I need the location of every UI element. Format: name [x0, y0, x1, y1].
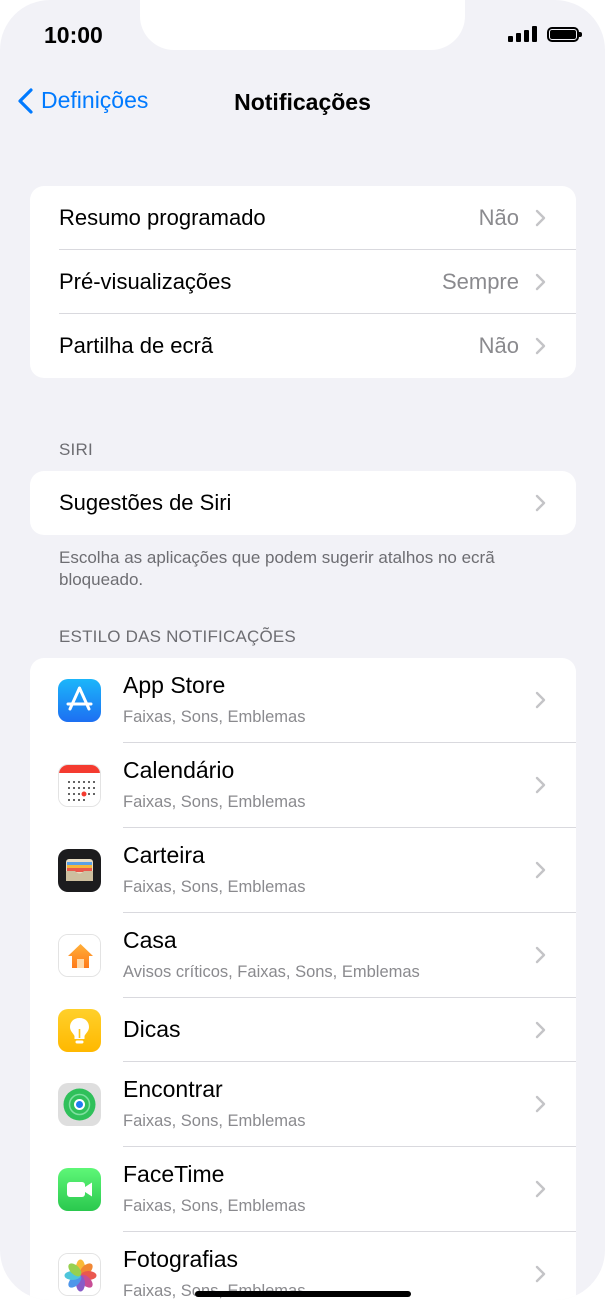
navigation-bar: Definições Notificações — [0, 78, 605, 128]
status-indicators — [508, 26, 582, 42]
row-scheduled-summary[interactable]: Resumo programado Não — [30, 186, 576, 250]
wallet-icon — [58, 849, 101, 892]
home-icon — [58, 934, 101, 977]
notch — [140, 0, 465, 50]
app-row-photos[interactable]: Fotografias Faixas, Sons, Emblemas — [30, 1232, 576, 1300]
chevron-right-icon — [535, 1095, 546, 1113]
apps-group: App Store Faixas, Sons, Emblemas Calendá… — [30, 658, 576, 1300]
chevron-right-icon — [535, 1021, 546, 1039]
app-notification-styles: Faixas, Sons, Emblemas — [123, 708, 306, 726]
app-name: Fotografias — [123, 1246, 239, 1272]
app-row-tips[interactable]: Dicas — [30, 998, 576, 1062]
row-label: Pré-visualizações — [59, 269, 232, 294]
status-time: 10:00 — [44, 22, 103, 48]
settings-group: Resumo programado Não Pré-visualizações … — [30, 186, 576, 378]
app-notification-styles: Avisos críticos, Faixas, Sons, Emblemas — [123, 963, 420, 981]
calendar-icon — [58, 764, 101, 807]
notification-style-header: ESTILO DAS NOTIFICAÇÕES — [59, 627, 296, 646]
chevron-right-icon — [535, 861, 546, 879]
app-name: Casa — [123, 927, 177, 953]
battery-icon — [547, 26, 582, 42]
app-row-home[interactable]: Casa Avisos críticos, Faixas, Sons, Embl… — [30, 913, 576, 998]
app-name: App Store — [123, 672, 226, 698]
chevron-right-icon — [535, 209, 546, 227]
row-screen-sharing[interactable]: Partilha de ecrã Não — [30, 314, 576, 378]
app-name: Calendário — [123, 757, 235, 783]
chevron-right-icon — [535, 1265, 546, 1283]
app-notification-styles: Faixas, Sons, Emblemas — [123, 878, 306, 896]
row-value: Não — [478, 205, 519, 230]
app-name: FaceTime — [123, 1161, 225, 1187]
siri-group: Sugestões de Siri — [30, 471, 576, 535]
chevron-right-icon — [535, 494, 546, 512]
app-row-wallet[interactable]: Carteira Faixas, Sons, Emblemas — [30, 828, 576, 913]
phone-screen: 10:00 Definições Notificações Resumo pro… — [0, 0, 605, 1300]
chevron-right-icon — [535, 273, 546, 291]
app-store-icon — [58, 679, 101, 722]
app-name: Dicas — [123, 1016, 181, 1042]
app-row-calendar[interactable]: Calendário Faixas, Sons, Emblemas — [30, 743, 576, 828]
app-name: Carteira — [123, 842, 205, 868]
row-value: Sempre — [441, 269, 519, 294]
find-my-icon — [58, 1083, 101, 1126]
chevron-right-icon — [535, 337, 546, 355]
app-name: Encontrar — [123, 1076, 223, 1102]
chevron-right-icon — [535, 946, 546, 964]
row-previews[interactable]: Pré-visualizações Sempre — [30, 250, 576, 314]
row-label: Resumo programado — [59, 205, 266, 230]
home-indicator[interactable] — [195, 1291, 411, 1297]
app-row-app-store[interactable]: App Store Faixas, Sons, Emblemas — [30, 658, 576, 743]
app-row-facetime[interactable]: FaceTime Faixas, Sons, Emblemas — [30, 1147, 576, 1232]
app-notification-styles: Faixas, Sons, Emblemas — [123, 1197, 306, 1215]
chevron-right-icon — [535, 691, 546, 709]
row-siri-suggestions[interactable]: Sugestões de Siri — [30, 471, 576, 535]
chevron-right-icon — [535, 776, 546, 794]
page-title: Notificações — [234, 89, 371, 115]
app-notification-styles: Faixas, Sons, Emblemas — [123, 793, 306, 811]
tips-icon — [58, 1009, 101, 1052]
chevron-right-icon — [535, 1180, 546, 1198]
row-label: Partilha de ecrã — [59, 333, 214, 358]
app-row-find-my[interactable]: Encontrar Faixas, Sons, Emblemas — [30, 1062, 576, 1147]
photos-icon — [58, 1253, 101, 1296]
siri-section-header: SIRI — [59, 440, 93, 459]
row-label: Sugestões de Siri — [59, 490, 232, 515]
cellular-signal-icon — [508, 26, 537, 42]
app-notification-styles: Faixas, Sons, Emblemas — [123, 1112, 306, 1130]
facetime-icon — [58, 1168, 101, 1211]
row-value: Não — [478, 333, 519, 358]
siri-footer-text: Escolha as aplicações que podem sugerir … — [59, 548, 495, 589]
